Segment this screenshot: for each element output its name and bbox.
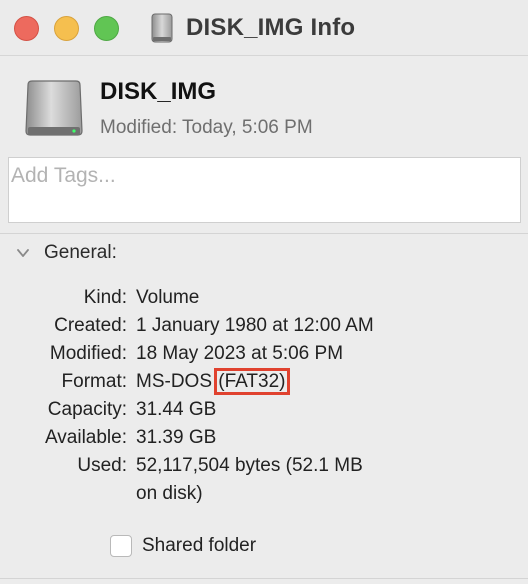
info-key: Modified:	[49, 343, 127, 364]
info-value: on disk)	[136, 483, 203, 504]
info-row-format: Format: MS-DOS (FAT32)	[0, 368, 528, 396]
format-value: MS-DOS	[136, 371, 212, 392]
tags-input[interactable]	[11, 164, 511, 188]
modified-value: Today, 5:06 PM	[182, 117, 313, 138]
info-row-modified: Modified: 18 May 2023 at 5:06 PM	[0, 340, 528, 368]
info-row-kind: Kind: Volume	[0, 284, 528, 312]
info-key: Kind:	[83, 287, 127, 308]
info-row-created: Created: 1 January 1980 at 12:00 AM	[0, 312, 528, 340]
file-header: DISK_IMG Modified: Today, 5:06 PM	[0, 57, 528, 152]
zoom-button[interactable]	[94, 16, 119, 41]
drive-icon	[151, 13, 173, 43]
info-value: Volume	[136, 287, 200, 308]
info-value: 18 May 2023 at 5:06 PM	[136, 343, 344, 364]
info-key: Capacity:	[47, 399, 127, 420]
close-button[interactable]	[14, 16, 39, 41]
window-title-group: DISK_IMG Info	[150, 12, 355, 44]
minimize-button[interactable]	[54, 16, 79, 41]
file-name: DISK_IMG	[100, 78, 217, 105]
info-row-capacity: Capacity: 31.44 GB	[0, 396, 528, 424]
info-value: 1 January 1980 at 12:00 AM	[136, 315, 374, 336]
info-value: MS-DOS (FAT32)	[136, 368, 436, 396]
shared-folder-option[interactable]: Shared folder	[110, 535, 256, 557]
general-section-toggle[interactable]: General:	[16, 242, 117, 264]
info-key: Created:	[54, 315, 127, 336]
info-value: 52,117,504 bytes (52.1 MB	[136, 455, 363, 476]
modified-line: Modified: Today, 5:06 PM	[100, 117, 313, 139]
window-title: DISK_IMG Info	[186, 14, 356, 41]
format-highlight: (FAT32)	[214, 368, 290, 395]
tags-field[interactable]	[8, 157, 521, 223]
divider	[0, 233, 528, 234]
shared-folder-checkbox[interactable]	[110, 535, 132, 557]
info-key-empty	[0, 480, 136, 508]
info-row-used-cont: on disk)	[0, 480, 528, 508]
divider	[0, 578, 528, 579]
general-label: General:	[44, 242, 117, 263]
general-info: Kind: Volume Created: 1 January 1980 at …	[0, 284, 528, 508]
info-key: Format:	[61, 371, 127, 392]
info-row-available: Available: 31.39 GB	[0, 424, 528, 452]
drive-icon	[25, 80, 83, 136]
info-value: 31.39 GB	[136, 427, 217, 448]
modified-label: Modified:	[100, 117, 178, 138]
info-value: 31.44 GB	[136, 399, 217, 420]
shared-folder-label: Shared folder	[142, 535, 257, 556]
info-key: Available:	[44, 427, 127, 448]
chevron-down-icon	[17, 249, 29, 257]
info-row-used: Used: 52,117,504 bytes (52.1 MB	[0, 452, 528, 480]
title-bar: DISK_IMG Info	[0, 0, 528, 56]
info-key: Used:	[77, 455, 127, 476]
